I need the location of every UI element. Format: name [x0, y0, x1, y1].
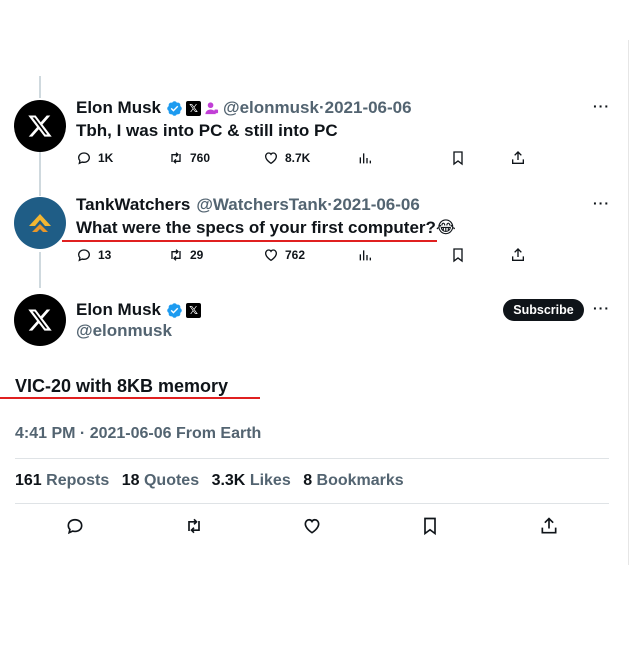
reply-button[interactable]: 1K	[76, 150, 113, 166]
verified-icon	[167, 302, 182, 318]
red-underline	[62, 240, 437, 242]
main-tweet-handle-line: @elonmusk	[76, 321, 172, 341]
stat-label: Quotes	[143, 472, 200, 489]
stat-label: Bookmarks	[316, 472, 404, 489]
stat-likes[interactable]: 3.3K Likes	[212, 472, 299, 489]
repost-count: 29	[190, 248, 204, 262]
views-icon	[359, 250, 371, 261]
reply-icon	[77, 152, 91, 165]
stat-label: Reposts	[46, 472, 110, 489]
tweet-text: What were the specs of your first comput…	[76, 218, 456, 238]
bookmark-icon	[453, 151, 463, 166]
stat-number: 3.3K	[211, 472, 246, 489]
stat-reposts[interactable]: 161 Reposts	[15, 472, 117, 489]
more-icon[interactable]: ···	[593, 300, 610, 316]
author-name[interactable]: Elon Musk	[76, 98, 161, 118]
tweet-text-body: What were the specs of your first comput…	[76, 218, 436, 237]
tweet-header: TankWatchers @WatchersTank · 2021-06-06	[76, 195, 420, 215]
tweet-date[interactable]: 2021-06-06	[333, 195, 420, 215]
views-icon	[359, 153, 371, 164]
share-button[interactable]	[510, 247, 526, 263]
repost-icon	[171, 249, 181, 261]
main-tweet-author: Elon Musk 𝕏	[76, 300, 205, 320]
tweet-text: Tbh, I was into PC & still into PC	[76, 121, 338, 140]
main-tweet-text: VIC-20 with 8KB memory	[15, 376, 229, 396]
avatar[interactable]	[14, 197, 66, 249]
author-handle[interactable]: @WatchersTank	[196, 195, 327, 215]
author-handle[interactable]: @elonmusk	[223, 98, 319, 118]
divider	[15, 503, 609, 504]
bookmark-button[interactable]	[450, 247, 466, 263]
verified-icon	[167, 100, 182, 116]
badges: 𝕏	[166, 100, 219, 117]
bookmark-icon	[424, 517, 436, 536]
reply-button[interactable]	[65, 516, 85, 541]
more-icon[interactable]: ···	[593, 195, 610, 211]
person-badge-icon	[205, 101, 219, 114]
tweet-header: Elon Musk 𝕏 @elonmusk · 2021-06-06	[76, 98, 412, 118]
red-underline	[0, 397, 260, 399]
bookmark-icon	[453, 248, 463, 263]
bookmark-button[interactable]	[450, 150, 466, 166]
right-border	[628, 40, 629, 565]
avatar[interactable]	[14, 294, 66, 346]
main-tweet-actions	[0, 516, 640, 538]
thread-line-top	[39, 76, 41, 98]
reply-count: 1K	[98, 151, 114, 165]
x-logo-icon	[28, 309, 52, 331]
badges: 𝕏	[166, 302, 202, 319]
like-button[interactable]	[302, 516, 322, 541]
reply-count: 13	[98, 248, 112, 262]
tweet-actions: 13 29 762	[0, 247, 640, 267]
repost-count: 760	[190, 151, 211, 165]
repost-icon	[188, 518, 200, 534]
author-name[interactable]: Elon Musk	[76, 300, 161, 320]
reply-icon	[67, 518, 83, 535]
tweet-actions: 1K 760 8.7K	[0, 150, 640, 170]
tankwatchers-logo-icon	[29, 214, 51, 232]
x-logo-icon: 𝕏	[186, 302, 202, 318]
repost-button[interactable]: 760	[168, 150, 210, 166]
more-icon[interactable]: ···	[593, 98, 610, 114]
like-icon	[264, 152, 278, 165]
tweet-meta[interactable]: 4:41 PM · 2021-06-06 From Earth	[15, 425, 261, 443]
tweet-date[interactable]: 2021-06-06	[325, 98, 412, 118]
stat-quotes[interactable]: 18 Quotes	[122, 472, 207, 489]
like-icon	[304, 518, 320, 534]
views-button[interactable]	[357, 247, 373, 263]
avatar[interactable]	[14, 100, 66, 152]
share-icon	[512, 248, 524, 261]
share-button[interactable]	[510, 150, 526, 166]
author-handle[interactable]: @elonmusk	[76, 321, 172, 341]
divider	[15, 458, 609, 459]
stat-bookmarks[interactable]: 8 Bookmarks	[303, 472, 412, 489]
stat-number: 161	[15, 472, 42, 489]
reply-icon	[77, 249, 91, 262]
author-name[interactable]: TankWatchers	[76, 195, 190, 215]
repost-button[interactable]: 29	[168, 247, 203, 263]
like-count: 8.7K	[285, 151, 311, 165]
like-button[interactable]: 8.7K	[263, 150, 310, 166]
repost-button[interactable]	[184, 516, 204, 541]
reply-button[interactable]: 13	[76, 247, 111, 263]
x-logo-icon: 𝕏	[186, 100, 202, 116]
stat-label: Likes	[249, 472, 291, 489]
like-icon	[264, 249, 278, 262]
like-button[interactable]: 762	[263, 247, 305, 263]
subscribe-button[interactable]: Subscribe	[503, 299, 584, 321]
x-logo-icon	[28, 115, 52, 137]
share-button[interactable]	[539, 516, 559, 541]
stat-number: 18	[121, 472, 140, 489]
share-icon	[512, 151, 524, 164]
laughing-emoji-icon: 😂	[435, 218, 456, 237]
views-button[interactable]	[357, 150, 373, 166]
share-icon	[541, 517, 557, 534]
engagement-stats: 161 Reposts 18 Quotes 3.3K Likes 8 Bookm…	[15, 472, 412, 490]
like-count: 762	[285, 248, 306, 262]
stat-number: 8	[303, 472, 313, 489]
repost-icon	[171, 152, 181, 164]
bookmark-button[interactable]	[420, 516, 440, 541]
